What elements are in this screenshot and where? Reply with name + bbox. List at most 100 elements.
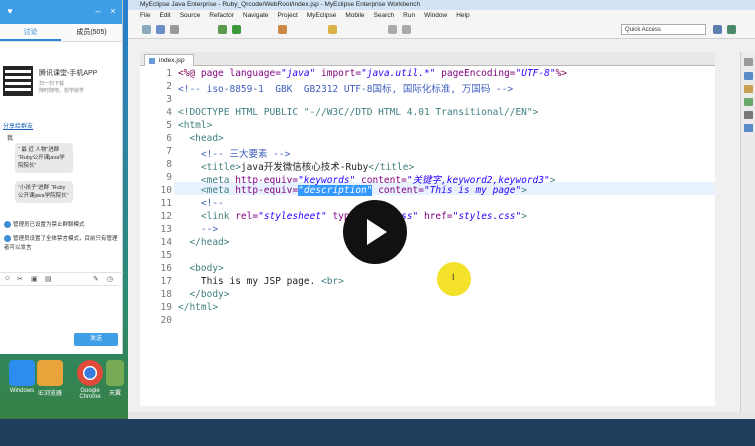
line-number: 9 [166,172,172,183]
eclipse-window: MyEclipse Java Enterprise - Ruby_Qrcode/… [128,0,755,419]
menu-file[interactable]: File [140,10,150,21]
history-icon[interactable]: ◷ [107,275,113,283]
package-icon[interactable] [744,85,753,93]
code-line: <!-- 三大要素 --> [178,149,291,160]
tab-members[interactable]: 成员(505) [61,24,122,41]
minimize-view-icon[interactable] [744,58,753,66]
code-token: <meta [178,185,236,196]
code-line: <body> [178,263,224,274]
back-icon[interactable] [388,25,397,34]
new-icon[interactable] [142,25,151,34]
menu-search[interactable]: Search [374,10,395,21]
heart-icon[interactable]: ♥ [4,5,16,17]
outline-icon[interactable] [744,72,753,80]
menu-refactor[interactable]: Refactor [209,10,234,21]
forward-icon[interactable] [402,25,411,34]
menu-navigate[interactable]: Navigate [243,10,269,21]
qr-code [3,66,33,96]
editor-tab-index-jsp[interactable]: index.jsp [144,54,194,66]
self-label: 我 [7,136,14,142]
code-line: This is my JSP page. <br> [178,276,344,287]
tab-discussion[interactable]: 讨论 [0,24,61,41]
menu-project[interactable]: Project [278,10,298,21]
menu-edit[interactable]: Edit [159,10,170,21]
code-line: <meta http-equiv="description" content="… [178,185,527,196]
chrome-icon [77,360,103,386]
line-number: 2 [166,81,172,92]
toolbar: Quick Access [128,21,755,39]
text-cursor-icon: I [452,272,455,282]
console-icon[interactable] [744,111,753,119]
scissors-icon[interactable]: ✂ [17,275,23,283]
line-number: 8 [166,159,172,170]
desktop-icon-label: Google Chrome [79,388,101,400]
send-button[interactable]: 发送 [74,333,118,346]
promo-line: 随时随地，想学就学 [39,88,85,94]
cursor-highlight: I [437,262,471,296]
print-icon[interactable] [170,25,179,34]
code-token: > [549,175,556,186]
server-icon[interactable] [278,25,287,34]
code-token: "java" [280,68,316,79]
code-token: <br> [321,276,344,287]
chat-panel: ♥ – × 讨论 成员(505) 腾讯课堂-手机APP 扫一扫下载 随时随地，想… [0,0,123,354]
code-line: <!-- iso-8859-1 GBK GB2312 UTF-8国标, 国际化标… [178,84,514,95]
desktop-icon-tianyi[interactable]: 天翼 [104,360,126,397]
java-ee-icon[interactable] [727,25,736,34]
line-number: 5 [166,120,172,131]
line-number: 7 [166,146,172,157]
minimize-icon[interactable]: – [92,5,104,17]
share-link[interactable]: 分享给群友 [3,121,33,130]
close-icon[interactable]: × [107,5,119,17]
code-line: <meta http-equiv="keywords" content="关键字… [178,172,556,186]
image-icon[interactable]: ▣ [31,275,38,283]
code-token: page language= [200,68,281,79]
code-line: </body> [178,289,230,300]
perspective-icon[interactable] [713,25,722,34]
desktop-icon-ie[interactable]: IE浏览器 [30,360,70,397]
promo-line: 扫一扫下载 [39,81,65,87]
line-number: 20 [160,315,172,326]
video-play-button[interactable] [343,200,407,264]
code-token: "This is my page" [423,185,522,196]
code-line: </head> [178,237,230,248]
menu-mobile[interactable]: Mobile [345,10,364,21]
code-token: content= [372,185,424,196]
menu-myeclipse[interactable]: MyEclipse [307,10,337,21]
window-title: MyEclipse Java Enterprise - Ruby_Qrcode/… [128,0,755,10]
hierarchy-icon[interactable] [744,98,753,106]
code-line: <!DOCTYPE HTML PUBLIC "-//W3C//DTD HTML … [178,107,539,118]
menu-run[interactable]: Run [403,10,415,21]
edit-icon[interactable]: ✎ [93,275,99,283]
status-bar [128,412,755,419]
folder-icon[interactable]: ▤ [45,275,52,283]
code-line: <!-- [178,198,224,209]
run-icon[interactable] [232,25,241,34]
code-editor[interactable]: 1 2 3 4 5 6 7 8 9 10 11 12 13 14 15 16 1… [140,66,715,406]
app-promo[interactable]: 腾讯课堂-手机APP 扫一扫下载 随时随地，想学就学 [3,66,120,106]
line-number: 14 [160,237,172,248]
line-number: 17 [160,276,172,287]
code-line: <head> [178,133,224,144]
menu-window[interactable]: Window [424,10,447,21]
chat-tabs: 讨论 成员(505) [0,24,122,42]
quick-access-input[interactable]: Quick Access [621,24,706,35]
servers-icon[interactable] [744,124,753,132]
search-icon[interactable] [328,25,337,34]
menu-source[interactable]: Source [180,10,201,21]
code-token: > [521,185,527,196]
emoji-icon[interactable]: ☺ [4,275,11,282]
code-line: --> [178,224,219,235]
line-number: 4 [166,107,172,118]
ie-icon [37,360,63,386]
line-number: 3 [166,94,172,105]
selected-token: "description" [298,185,373,196]
debug-icon[interactable] [218,25,227,34]
menu-help[interactable]: Help [456,10,469,21]
save-icon[interactable] [156,25,165,34]
system-notice: 管理员已设置为禁止群聊模式 [4,221,119,230]
code-token: This is my JSP page. [178,276,321,287]
code-token: "java.util.*" [361,68,436,79]
chat-message: “ 最 近 人物”进群 “Ruby公开课java学院院长” [15,143,73,173]
code-line: <title>java开发微信核心技术-Ruby</title> [178,159,414,173]
